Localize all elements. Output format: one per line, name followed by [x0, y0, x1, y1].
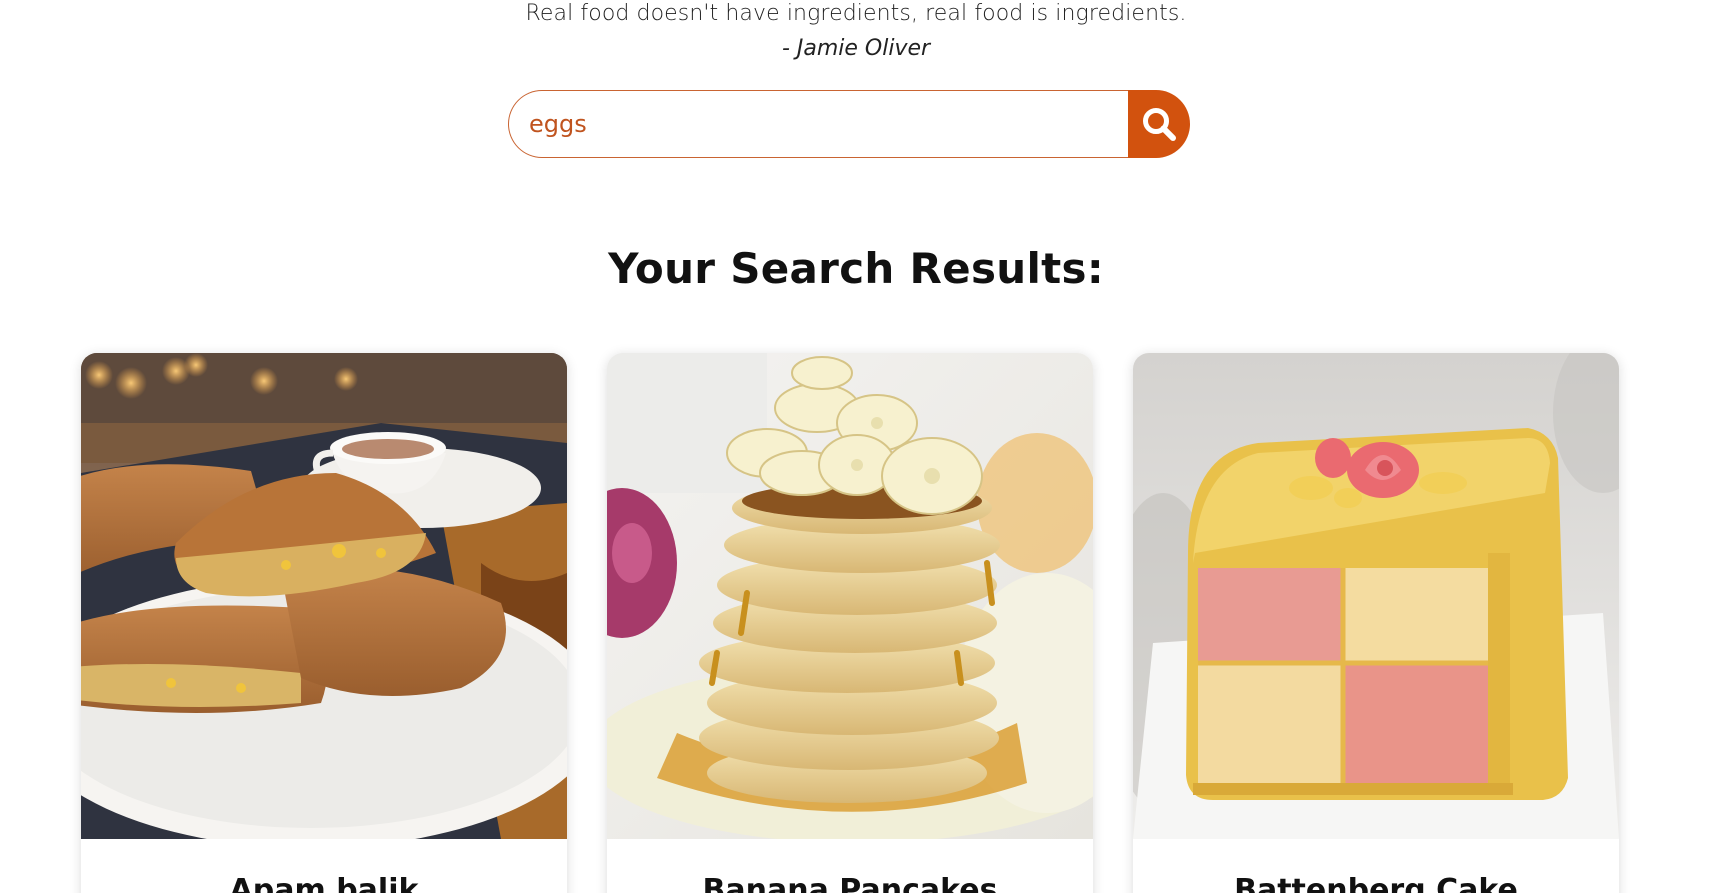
search-icon: [1140, 105, 1178, 143]
search-input[interactable]: [508, 90, 1128, 158]
recipe-image-banana-pancakes: [607, 353, 1093, 839]
recipe-image-apam-balik: [81, 353, 567, 839]
page: Real food doesn't have ingredients, real…: [0, 0, 1712, 893]
search-button[interactable]: [1128, 90, 1190, 158]
results-grid: Apam balik Banana Pancakes Battenberg Ca…: [0, 353, 1712, 893]
recipe-image-battenberg-cake: [1133, 353, 1619, 839]
quote-author: - Jamie Oliver: [781, 36, 931, 61]
results-title: Your Search Results:: [608, 244, 1104, 293]
recipe-card[interactable]: Banana Pancakes: [607, 353, 1093, 893]
recipe-card[interactable]: Battenberg Cake: [1133, 353, 1619, 893]
search-bar: [508, 90, 1190, 158]
quote-text: Real food doesn't have ingredients, real…: [525, 1, 1187, 26]
recipe-card[interactable]: Apam balik: [81, 353, 567, 893]
recipe-title: Apam balik: [229, 873, 419, 893]
recipe-title: Banana Pancakes: [702, 873, 998, 893]
recipe-title: Battenberg Cake: [1234, 873, 1518, 893]
